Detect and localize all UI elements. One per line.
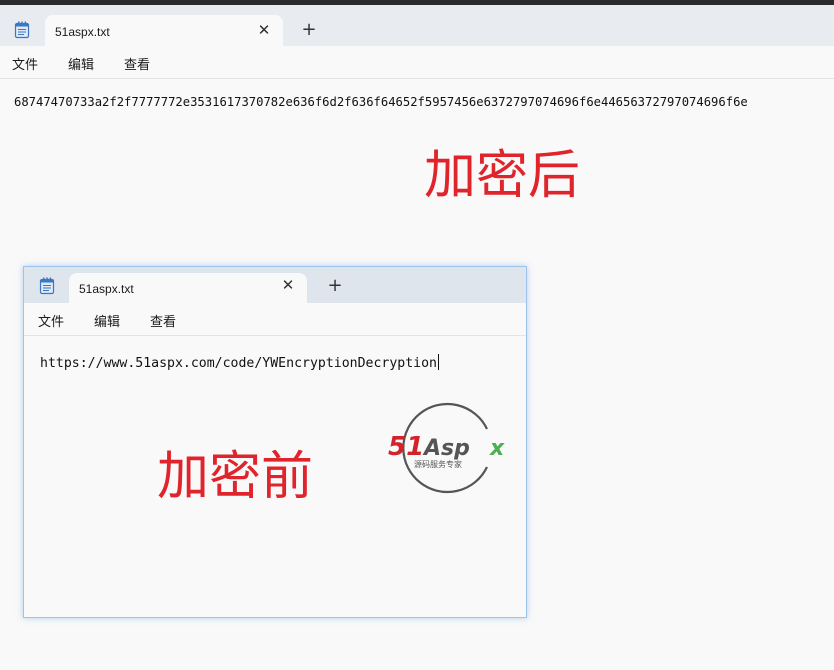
svg-text:51: 51 <box>388 432 424 462</box>
notepad-icon <box>14 21 30 39</box>
text-editor-content[interactable]: https://www.51aspx.com/code/YWEncryption… <box>40 354 439 371</box>
tab-title: 51aspx.txt <box>55 25 110 39</box>
label-before-encryption: 加密前 <box>157 447 314 507</box>
close-icon[interactable]: ✕ <box>257 23 271 38</box>
inner-notepad-window: 51aspx.txt ✕ + 文件 编辑 查看 https://www.51as… <box>23 266 527 618</box>
url-text: https://www.51aspx.com/code/YWEncryption… <box>40 356 437 371</box>
plus-icon[interactable]: + <box>300 21 318 39</box>
svg-text:源码服务专家: 源码服务专家 <box>414 459 462 469</box>
menu-bar: 文件 编辑 查看 <box>0 46 834 79</box>
close-icon[interactable]: ✕ <box>281 278 295 293</box>
plus-icon[interactable]: + <box>326 277 344 295</box>
menu-file[interactable]: 文件 <box>38 311 64 330</box>
tab-bar: 51aspx.txt ✕ + <box>24 267 526 303</box>
tab-title: 51aspx.txt <box>79 282 134 296</box>
label-after-encryption: 加密后 <box>424 146 581 206</box>
tab-bar: 51aspx.txt ✕ + <box>0 5 834 51</box>
menu-bar: 文件 编辑 查看 <box>24 303 526 336</box>
tab-51aspx[interactable]: 51aspx.txt ✕ <box>69 273 307 303</box>
menu-file[interactable]: 文件 <box>12 54 38 73</box>
svg-text:Asp: Asp <box>422 436 470 461</box>
notepad-icon <box>39 277 55 295</box>
menu-edit[interactable]: 编辑 <box>94 311 120 330</box>
menu-view[interactable]: 查看 <box>150 311 176 330</box>
svg-text:x: x <box>489 436 505 461</box>
51aspx-logo: 51 Asp x 源码服务专家 <box>388 402 505 494</box>
text-caret <box>437 354 439 370</box>
menu-view[interactable]: 查看 <box>124 54 150 73</box>
menu-edit[interactable]: 编辑 <box>68 54 94 73</box>
text-editor-content[interactable]: 68747470733a2f2f7777772e3531617370782e63… <box>14 95 748 109</box>
